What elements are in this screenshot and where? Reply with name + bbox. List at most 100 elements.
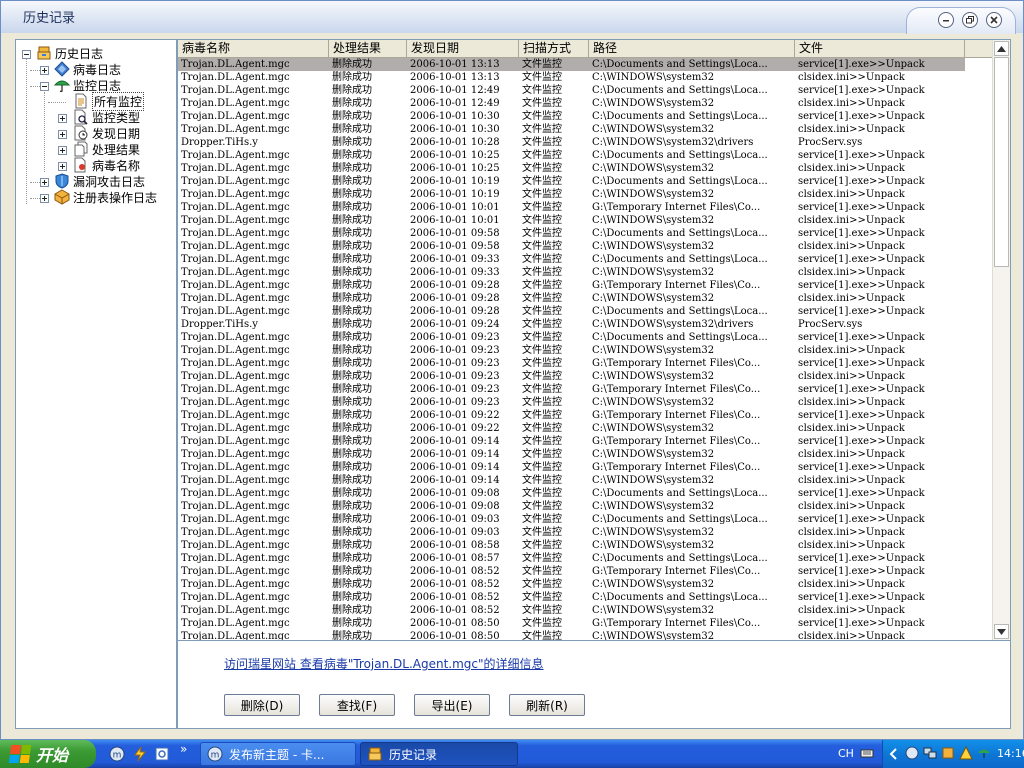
- expander[interactable]: [22, 50, 31, 59]
- tree-item-found-date[interactable]: 发现日期: [73, 125, 140, 141]
- table-row[interactable]: Trojan.DL.Agent.mgc 删除成功 2006-10-01 09:14 文…: [178, 474, 965, 487]
- table-row[interactable]: Trojan.DL.Agent.mgc 删除成功 2006-10-01 08:52 文…: [178, 604, 965, 617]
- table-row[interactable]: Trojan.DL.Agent.mgc 删除成功 2006-10-01 10:25 文…: [178, 149, 965, 162]
- table-row[interactable]: Trojan.DL.Agent.mgc 删除成功 2006-10-01 08:58 文…: [178, 539, 965, 552]
- column-header-result[interactable]: 处理结果: [329, 40, 407, 57]
- expander[interactable]: [40, 82, 49, 91]
- table-cell: clsidex.ini>>Unpack: [798, 72, 905, 83]
- table-row[interactable]: Trojan.DL.Agent.mgc 删除成功 2006-10-01 10:19 文…: [178, 188, 965, 201]
- table-row[interactable]: Trojan.DL.Agent.mgc 删除成功 2006-10-01 09:08 文…: [178, 487, 965, 500]
- table-row[interactable]: Trojan.DL.Agent.mgc 删除成功 2006-10-01 09:22 文…: [178, 409, 965, 422]
- table-row[interactable]: Trojan.DL.Agent.mgc 删除成功 2006-10-01 09:14 文…: [178, 435, 965, 448]
- table-row[interactable]: Trojan.DL.Agent.mgc 删除成功 2006-10-01 12:49 文…: [178, 84, 965, 97]
- expander[interactable]: [58, 162, 67, 171]
- table-row[interactable]: Trojan.DL.Agent.mgc 删除成功 2006-10-01 10:01 文…: [178, 214, 965, 227]
- keyboard-icon[interactable]: [860, 746, 874, 760]
- quicklaunch-more-icon[interactable]: »: [180, 742, 187, 756]
- refresh-button[interactable]: 刷新(R): [509, 694, 585, 716]
- table-row[interactable]: Trojan.DL.Agent.mgc 删除成功 2006-10-01 08:50 文…: [178, 630, 965, 640]
- vertical-scrollbar[interactable]: [992, 40, 1010, 640]
- table-row[interactable]: Trojan.DL.Agent.mgc 删除成功 2006-10-01 09:28 文…: [178, 305, 965, 318]
- table-row[interactable]: Trojan.DL.Agent.mgc 删除成功 2006-10-01 09:23 文…: [178, 331, 965, 344]
- language-indicator[interactable]: CH: [838, 747, 854, 760]
- table-row[interactable]: Trojan.DL.Agent.mgc 删除成功 2006-10-01 09:23 文…: [178, 383, 965, 396]
- table-row[interactable]: Trojan.DL.Agent.mgc 删除成功 2006-10-01 09:58 文…: [178, 227, 965, 240]
- umbrella-icon[interactable]: [977, 746, 991, 760]
- close-button[interactable]: [986, 12, 1002, 28]
- scroll-up-button[interactable]: [994, 41, 1009, 56]
- table-row[interactable]: Trojan.DL.Agent.mgc 删除成功 2006-10-01 09:58 文…: [178, 240, 965, 253]
- expander[interactable]: [58, 130, 67, 139]
- table-row[interactable]: Trojan.DL.Agent.mgc 删除成功 2006-10-01 09:23 文…: [178, 344, 965, 357]
- quicklaunch-flash[interactable]: [131, 745, 149, 763]
- tree-item-virus-name[interactable]: 病毒名称: [73, 157, 140, 173]
- table-row[interactable]: Dropper.TiHs.y 删除成功 2006-10-01 09:24 文件监控 C:…: [178, 318, 965, 331]
- scroll-down-button[interactable]: [994, 624, 1009, 639]
- table-row[interactable]: Trojan.DL.Agent.mgc 删除成功 2006-10-01 10:01 文…: [178, 201, 965, 214]
- tree-item-virus-log[interactable]: 病毒日志: [54, 61, 121, 77]
- tray-collapse-icon[interactable]: [887, 747, 901, 761]
- expander[interactable]: [58, 146, 67, 155]
- task-button-history[interactable]: 历史记录: [360, 742, 518, 766]
- tree-item-history-log[interactable]: 历史日志: [36, 45, 103, 61]
- start-button[interactable]: 开始: [0, 740, 96, 768]
- table-cell: Trojan.DL.Agent.mgc: [181, 397, 290, 408]
- expander[interactable]: [40, 66, 49, 75]
- task-button-forum[interactable]: m 发布新主题 - 卡...: [200, 742, 356, 766]
- table-row[interactable]: Trojan.DL.Agent.mgc 删除成功 2006-10-01 09:23 文…: [178, 370, 965, 383]
- table-row[interactable]: Trojan.DL.Agent.mgc 删除成功 2006-10-01 10:25 文…: [178, 162, 965, 175]
- table-cell: 2006-10-01 10:30: [410, 124, 500, 135]
- table-row[interactable]: Trojan.DL.Agent.mgc 删除成功 2006-10-01 08:57 文…: [178, 552, 965, 565]
- table-row[interactable]: Trojan.DL.Agent.mgc 删除成功 2006-10-01 09:23 文…: [178, 396, 965, 409]
- table-row[interactable]: Trojan.DL.Agent.mgc 删除成功 2006-10-01 08:50 文…: [178, 617, 965, 630]
- column-header-date[interactable]: 发现日期: [407, 40, 519, 57]
- table-row[interactable]: Trojan.DL.Agent.mgc 删除成功 2006-10-01 10:30 文…: [178, 110, 965, 123]
- tree-item-all-monitors[interactable]: 所有监控: [73, 91, 145, 111]
- table-row[interactable]: Trojan.DL.Agent.mgc 删除成功 2006-10-01 08:52 文…: [178, 565, 965, 578]
- table-row[interactable]: Trojan.DL.Agent.mgc 删除成功 2006-10-01 09:33 文…: [178, 253, 965, 266]
- network-icon[interactable]: [923, 746, 937, 760]
- rising-monitor-icon[interactable]: [941, 746, 955, 760]
- quicklaunch-ie[interactable]: [153, 745, 171, 763]
- expander[interactable]: [40, 194, 49, 203]
- table-row[interactable]: Trojan.DL.Agent.mgc 删除成功 2006-10-01 12:49 文…: [178, 97, 965, 110]
- table-row[interactable]: Trojan.DL.Agent.mgc 删除成功 2006-10-01 08:52 文…: [178, 591, 965, 604]
- table-row[interactable]: Dropper.TiHs.y 删除成功 2006-10-01 10:28 文件监控 C:…: [178, 136, 965, 149]
- expander[interactable]: [58, 114, 67, 123]
- table-row[interactable]: Trojan.DL.Agent.mgc 删除成功 2006-10-01 09:28 文…: [178, 279, 965, 292]
- table-row[interactable]: Trojan.DL.Agent.mgc 删除成功 2006-10-01 13:13 文…: [178, 71, 965, 84]
- table-row[interactable]: Trojan.DL.Agent.mgc 删除成功 2006-10-01 13:13 文…: [178, 58, 965, 71]
- messenger-tray-icon[interactable]: [905, 746, 919, 760]
- minimize-button[interactable]: [938, 12, 954, 28]
- tree-item-registry-log[interactable]: 注册表操作日志: [54, 189, 157, 205]
- delete-button[interactable]: 删除(D): [224, 694, 300, 716]
- title-bar[interactable]: 历史记录: [1, 1, 1023, 34]
- tree-item-result[interactable]: 处理结果: [73, 141, 140, 157]
- quicklaunch-messenger[interactable]: m: [108, 745, 126, 763]
- table-row[interactable]: Trojan.DL.Agent.mgc 删除成功 2006-10-01 09:03 文…: [178, 513, 965, 526]
- column-header-path[interactable]: 路径: [589, 40, 795, 57]
- restore-button[interactable]: [962, 12, 978, 28]
- warning-icon[interactable]: [959, 746, 973, 760]
- tree-item-exploit-log[interactable]: 漏洞攻击日志: [54, 173, 145, 189]
- table-row[interactable]: Trojan.DL.Agent.mgc 删除成功 2006-10-01 09:23 文…: [178, 357, 965, 370]
- scrollbar-thumb[interactable]: [994, 57, 1009, 267]
- table-row[interactable]: Trojan.DL.Agent.mgc 删除成功 2006-10-01 09:08 文…: [178, 500, 965, 513]
- column-header-file[interactable]: 文件: [795, 40, 965, 57]
- virus-detail-link[interactable]: 访问瑞星网站 查看病毒"Trojan.DL.Agent.mgc"的详细信息: [224, 655, 544, 672]
- table-row[interactable]: Trojan.DL.Agent.mgc 删除成功 2006-10-01 08:52 文…: [178, 578, 965, 591]
- tree-item-monitor-type[interactable]: 监控类型: [73, 109, 140, 125]
- table-row[interactable]: Trojan.DL.Agent.mgc 删除成功 2006-10-01 09:14 文…: [178, 448, 965, 461]
- export-button[interactable]: 导出(E): [414, 694, 490, 716]
- expander[interactable]: [40, 178, 49, 187]
- column-header-virus-name[interactable]: 病毒名称: [178, 40, 329, 57]
- table-row[interactable]: Trojan.DL.Agent.mgc 删除成功 2006-10-01 09:03 文…: [178, 526, 965, 539]
- column-header-scan-method[interactable]: 扫描方式: [519, 40, 589, 57]
- table-row[interactable]: Trojan.DL.Agent.mgc 删除成功 2006-10-01 09:14 文…: [178, 461, 965, 474]
- table-row[interactable]: Trojan.DL.Agent.mgc 删除成功 2006-10-01 10:30 文…: [178, 123, 965, 136]
- find-button[interactable]: 查找(F): [319, 694, 395, 716]
- table-row[interactable]: Trojan.DL.Agent.mgc 删除成功 2006-10-01 09:22 文…: [178, 422, 965, 435]
- table-row[interactable]: Trojan.DL.Agent.mgc 删除成功 2006-10-01 09:33 文…: [178, 266, 965, 279]
- table-row[interactable]: Trojan.DL.Agent.mgc 删除成功 2006-10-01 10:19 文…: [178, 175, 965, 188]
- table-row[interactable]: Trojan.DL.Agent.mgc 删除成功 2006-10-01 09:28 文…: [178, 292, 965, 305]
